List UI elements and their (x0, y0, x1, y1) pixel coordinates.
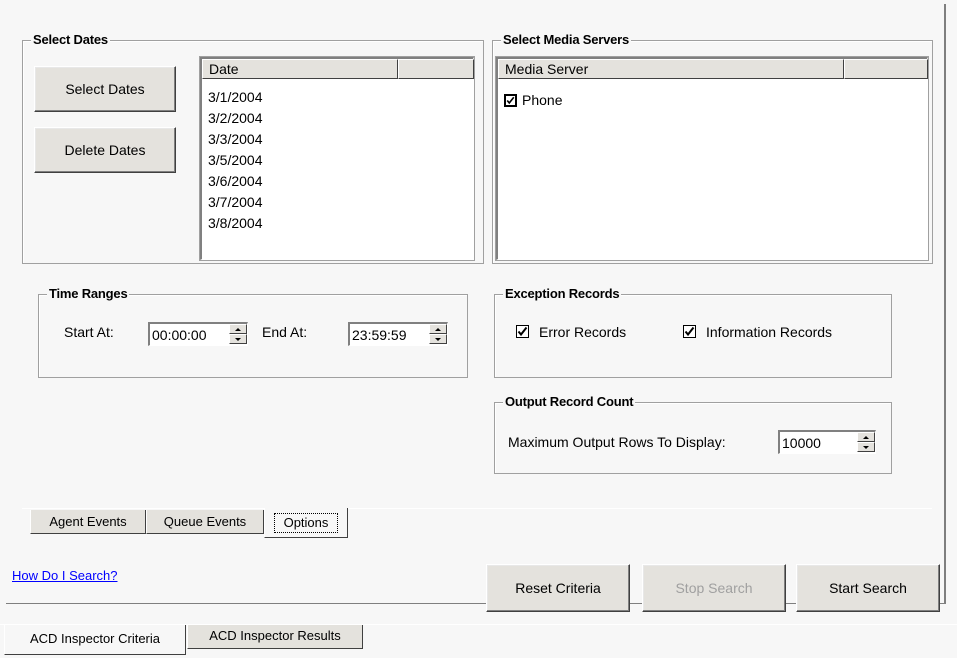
list-item[interactable]: 3/3/2004 (202, 129, 473, 150)
start-time-arrows (229, 324, 247, 344)
media-server-column-header[interactable]: Media Server (498, 59, 844, 79)
tab-options[interactable]: Options (264, 508, 348, 538)
end-time-spinner[interactable]: 23:59:59 (348, 322, 448, 346)
start-at-label: Start At: (64, 324, 114, 340)
inner-tab-strip-line (22, 508, 932, 509)
start-time-up-button[interactable] (229, 324, 247, 334)
how-do-i-search-link[interactable]: How Do I Search? (12, 568, 118, 583)
checkmark-icon (506, 96, 515, 105)
end-time-down-button[interactable] (429, 334, 447, 344)
checkmark-icon (517, 326, 528, 337)
media-servers-title: Select Media Servers (501, 32, 632, 48)
start-time-down-button[interactable] (229, 334, 247, 344)
end-at-label: End At: (262, 324, 308, 340)
tab-agent-events[interactable]: Agent Events (30, 510, 146, 534)
delete-dates-button[interactable]: Delete Dates (34, 127, 176, 173)
arrow-down-icon (235, 337, 241, 341)
media-servers-listview[interactable]: Media Server Phone (495, 56, 929, 261)
error-records-checkbox[interactable] (516, 325, 529, 338)
start-time-spinner[interactable]: 00:00:00 (148, 322, 248, 346)
select-dates-button[interactable]: Select Dates (34, 66, 176, 112)
dates-listview[interactable]: Date 3/1/2004 3/2/2004 3/3/2004 3/5/2004… (199, 56, 475, 261)
list-item[interactable]: 3/7/2004 (202, 192, 473, 213)
max-rows-spinner[interactable]: 10000 (778, 430, 876, 454)
empty-column-header[interactable] (398, 59, 474, 79)
arrow-down-icon (435, 337, 441, 341)
end-time-arrows (429, 324, 447, 344)
dates-list: 3/1/2004 3/2/2004 3/3/2004 3/5/2004 3/6/… (202, 87, 473, 234)
arrow-up-icon (435, 327, 441, 331)
phone-checkbox[interactable] (504, 94, 517, 107)
list-item[interactable]: 3/2/2004 (202, 108, 473, 129)
dates-listview-header: Date (202, 59, 474, 79)
max-rows-up-button[interactable] (857, 432, 875, 442)
select-dates-title: Select Dates (31, 32, 110, 48)
start-search-button[interactable]: Start Search (796, 564, 940, 612)
output-record-count-title: Output Record Count (503, 394, 636, 410)
phone-label: Phone (522, 92, 563, 108)
media-server-row[interactable]: Phone (504, 92, 704, 110)
max-rows-down-button[interactable] (857, 442, 875, 452)
max-rows-label: Maximum Output Rows To Display: (508, 434, 726, 450)
end-time-value[interactable]: 23:59:59 (352, 326, 407, 344)
list-item[interactable]: 3/1/2004 (202, 87, 473, 108)
information-records-checkbox[interactable] (683, 325, 696, 338)
media-servers-listview-header: Media Server (498, 59, 928, 79)
date-column-header[interactable]: Date (202, 59, 398, 79)
empty-column-header[interactable] (844, 59, 928, 79)
list-item[interactable]: 3/8/2004 (202, 213, 473, 234)
tab-queue-events[interactable]: Queue Events (146, 510, 264, 534)
tab-acd-inspector-results[interactable]: ACD Inspector Results (187, 625, 363, 649)
information-records-label[interactable]: Information Records (706, 324, 832, 340)
tab-acd-inspector-criteria[interactable]: ACD Inspector Criteria (4, 625, 186, 655)
error-records-label[interactable]: Error Records (539, 324, 626, 340)
arrow-down-icon (863, 445, 869, 449)
max-rows-arrows (857, 432, 875, 452)
stop-search-button[interactable]: Stop Search (642, 564, 786, 612)
list-item[interactable]: 3/5/2004 (202, 150, 473, 171)
checkmark-icon (684, 326, 695, 337)
max-rows-value[interactable]: 10000 (782, 434, 821, 452)
start-time-value[interactable]: 00:00:00 (152, 326, 207, 344)
reset-criteria-button[interactable]: Reset Criteria (486, 564, 630, 612)
list-item[interactable]: 3/6/2004 (202, 171, 473, 192)
exception-records-title: Exception Records (503, 286, 622, 302)
arrow-up-icon (235, 327, 241, 331)
time-ranges-title: Time Ranges (47, 286, 130, 302)
end-time-up-button[interactable] (429, 324, 447, 334)
tab-options-label: Options (273, 513, 339, 533)
arrow-up-icon (863, 435, 869, 439)
